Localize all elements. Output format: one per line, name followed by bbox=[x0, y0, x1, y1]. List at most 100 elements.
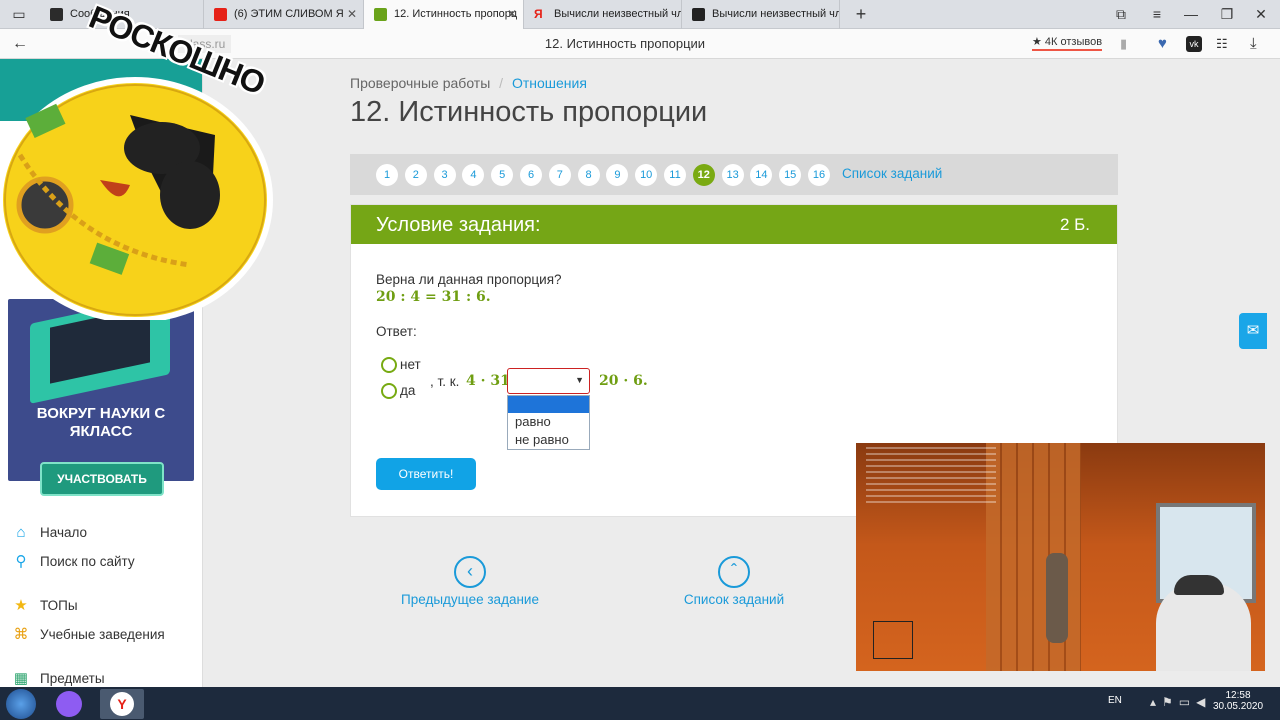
page-number-6[interactable]: 6 bbox=[520, 164, 542, 186]
tab-title: Вычисли неизвестный чле bbox=[712, 8, 840, 20]
left-expression: 4 · 31 bbox=[466, 373, 510, 389]
page-number-13[interactable]: 13 bbox=[721, 164, 744, 186]
start-button-icon[interactable] bbox=[6, 689, 36, 719]
tab-title: 12. Истинность пропорц bbox=[394, 8, 518, 20]
download-icon[interactable]: ⤓ bbox=[1250, 29, 1257, 59]
lemon-sticker: РОСКОШНО bbox=[0, 0, 280, 323]
yandex-favicon-icon: Я bbox=[534, 7, 543, 21]
dropdown-option-equal[interactable]: равно bbox=[508, 413, 589, 430]
comparison-select[interactable]: ▼ bbox=[507, 368, 590, 394]
task-list-link[interactable]: Список заданий bbox=[842, 166, 942, 181]
task-proportion: 20 : 4 = 31 : 6. bbox=[376, 289, 491, 305]
dropdown-option-empty[interactable] bbox=[508, 396, 589, 413]
clock-date: 30.05.2020 bbox=[1212, 701, 1264, 712]
page-title: 12. Истинность пропорции bbox=[350, 96, 708, 128]
submit-answer-button[interactable]: Ответить! bbox=[376, 458, 476, 490]
sidebar-item-tops[interactable]: ★ ТОПы bbox=[12, 595, 77, 617]
windows-taskbar: Y EN ▴⚑▭◀ 12:58 30.05.2020 bbox=[0, 687, 1280, 720]
close-window-icon[interactable]: ✕ bbox=[1246, 0, 1276, 29]
close-tab-icon[interactable]: ✕ bbox=[507, 0, 517, 29]
close-tab-icon[interactable]: ✕ bbox=[347, 0, 357, 29]
page-number-8[interactable]: 8 bbox=[577, 164, 600, 186]
breadcrumb-current[interactable]: Отношения bbox=[512, 75, 587, 91]
minimize-icon[interactable]: — bbox=[1176, 0, 1206, 29]
page-number-1[interactable]: 1 bbox=[376, 164, 398, 186]
tab-title: Вычисли неизвестный чле bbox=[554, 8, 682, 20]
zen-favicon-icon bbox=[692, 8, 705, 21]
game-chat-log bbox=[866, 447, 996, 507]
chat-icon[interactable]: ☷ bbox=[1216, 29, 1228, 59]
page-number-15[interactable]: 15 bbox=[779, 164, 802, 186]
page-number-4[interactable]: 4 bbox=[462, 164, 485, 186]
task-list-nav-label: Список заданий bbox=[683, 592, 785, 607]
tray-icons[interactable]: ▴⚑▭◀ bbox=[1150, 695, 1211, 709]
participate-button[interactable]: УЧАСТВОВАТЬ bbox=[40, 462, 164, 496]
page-number-2[interactable]: 2 bbox=[404, 164, 427, 186]
page-number-3[interactable]: 3 bbox=[433, 164, 456, 186]
promo-banner[interactable]: ВОКРУГ НАУКИ С ЯКЛАСС bbox=[8, 294, 194, 481]
mail-icon: ✉ bbox=[1246, 322, 1260, 339]
stream-video-overlay bbox=[856, 443, 1265, 671]
breadcrumb-root[interactable]: Проверочные работы bbox=[350, 75, 490, 91]
bookmark-icon[interactable]: ▮ bbox=[1120, 29, 1127, 59]
tab-title: (6) ЭТИМ СЛИВОМ Я bbox=[234, 8, 344, 20]
page-number-5[interactable]: 5 bbox=[491, 164, 514, 186]
answer-label: Ответ: bbox=[376, 324, 417, 339]
yandex-browser-icon: Y bbox=[110, 692, 134, 716]
prev-task-link[interactable]: ‹ Предыдущее задание bbox=[370, 556, 570, 607]
new-tab-icon[interactable]: + bbox=[846, 0, 876, 29]
streamer-webcam bbox=[1156, 583, 1251, 671]
sidebar-item-subjects[interactable]: ▦ Предметы bbox=[12, 668, 105, 689]
page-number-14[interactable]: 14 bbox=[750, 164, 773, 186]
page-number-16[interactable]: 16 bbox=[808, 164, 830, 186]
yandex-browser-taskbar-button[interactable]: Y bbox=[100, 689, 144, 719]
radio-no-label[interactable]: нет bbox=[400, 357, 421, 372]
home-icon: ⌂ bbox=[16, 524, 26, 541]
task-points: 2 Б. bbox=[1059, 215, 1090, 234]
chevron-down-icon: ▼ bbox=[575, 375, 584, 385]
feedback-mail-button[interactable]: ✉ bbox=[1239, 313, 1267, 349]
page-title-in-bar[interactable]: 12. Истинность пропорции bbox=[430, 29, 820, 59]
reviews-badge[interactable]: ★ 4К отзывов bbox=[1032, 35, 1103, 51]
chevron-left-icon: ‹ bbox=[454, 556, 486, 588]
browser-tab-active[interactable]: 12. Истинность пропорц ✕ bbox=[364, 0, 524, 29]
vk-icon[interactable]: vk bbox=[1186, 36, 1202, 52]
task-header-title: Условие задания: bbox=[376, 214, 541, 236]
page-number-9[interactable]: 9 bbox=[606, 164, 629, 186]
browser-tab[interactable]: Я Вычисли неизвестный чле bbox=[524, 0, 682, 29]
search-icon: ⚲ bbox=[15, 553, 27, 570]
task-list-nav-link[interactable]: ˆ Список заданий bbox=[634, 556, 834, 607]
bookmarks-icon[interactable]: ⧉ bbox=[1106, 0, 1136, 29]
page-number-7[interactable]: 7 bbox=[548, 164, 571, 186]
dropdown-option-not-equal[interactable]: не равно bbox=[508, 431, 589, 448]
radio-yes[interactable] bbox=[381, 383, 397, 399]
streamer-cap bbox=[1174, 575, 1224, 595]
menu-icon[interactable]: ≡ bbox=[1142, 0, 1172, 29]
promo-title: ВОКРУГ НАУКИ С ЯКЛАСС bbox=[36, 405, 166, 440]
heart-icon[interactable]: ♥ bbox=[1158, 29, 1167, 59]
star-icon: ★ bbox=[14, 597, 28, 614]
task-header: Условие задания: 2 Б. bbox=[351, 205, 1117, 244]
sidebar-item-schools[interactable]: ⌘ Учебные заведения bbox=[12, 624, 165, 646]
page-number-10[interactable]: 10 bbox=[635, 164, 658, 186]
restore-icon[interactable]: ❐ bbox=[1212, 0, 1242, 29]
task-pager: 1 2 3 4 5 6 7 8 9 10 11 12 13 14 15 16 Список заданий bbox=[350, 154, 1118, 195]
right-expression: 20 · 6. bbox=[599, 373, 648, 389]
sidebar-item-label: Поиск по сайту bbox=[40, 554, 135, 569]
browser-tab[interactable]: Вычисли неизвестный чле bbox=[682, 0, 840, 29]
sidebar-item-search[interactable]: ⚲ Поиск по сайту bbox=[12, 551, 135, 573]
breadcrumb-separator: / bbox=[499, 75, 504, 91]
task-question: Верна ли данная пропорция? bbox=[376, 272, 562, 287]
alice-icon[interactable] bbox=[56, 691, 82, 717]
radio-no[interactable] bbox=[381, 357, 397, 373]
language-indicator[interactable]: EN bbox=[1108, 695, 1122, 706]
school-icon: ⌘ bbox=[13, 626, 29, 643]
page-number-11[interactable]: 11 bbox=[664, 164, 686, 186]
page-number-12[interactable]: 12 bbox=[692, 164, 715, 186]
radio-yes-label[interactable]: да bbox=[400, 383, 415, 398]
because-text: , т. к. bbox=[430, 374, 460, 389]
sidebar-item-home[interactable]: ⌂ Начало bbox=[12, 522, 87, 544]
clock[interactable]: 12:58 30.05.2020 bbox=[1208, 690, 1268, 712]
prev-task-label: Предыдущее задание bbox=[401, 592, 539, 607]
sidebar-item-label: Учебные заведения bbox=[40, 627, 165, 642]
